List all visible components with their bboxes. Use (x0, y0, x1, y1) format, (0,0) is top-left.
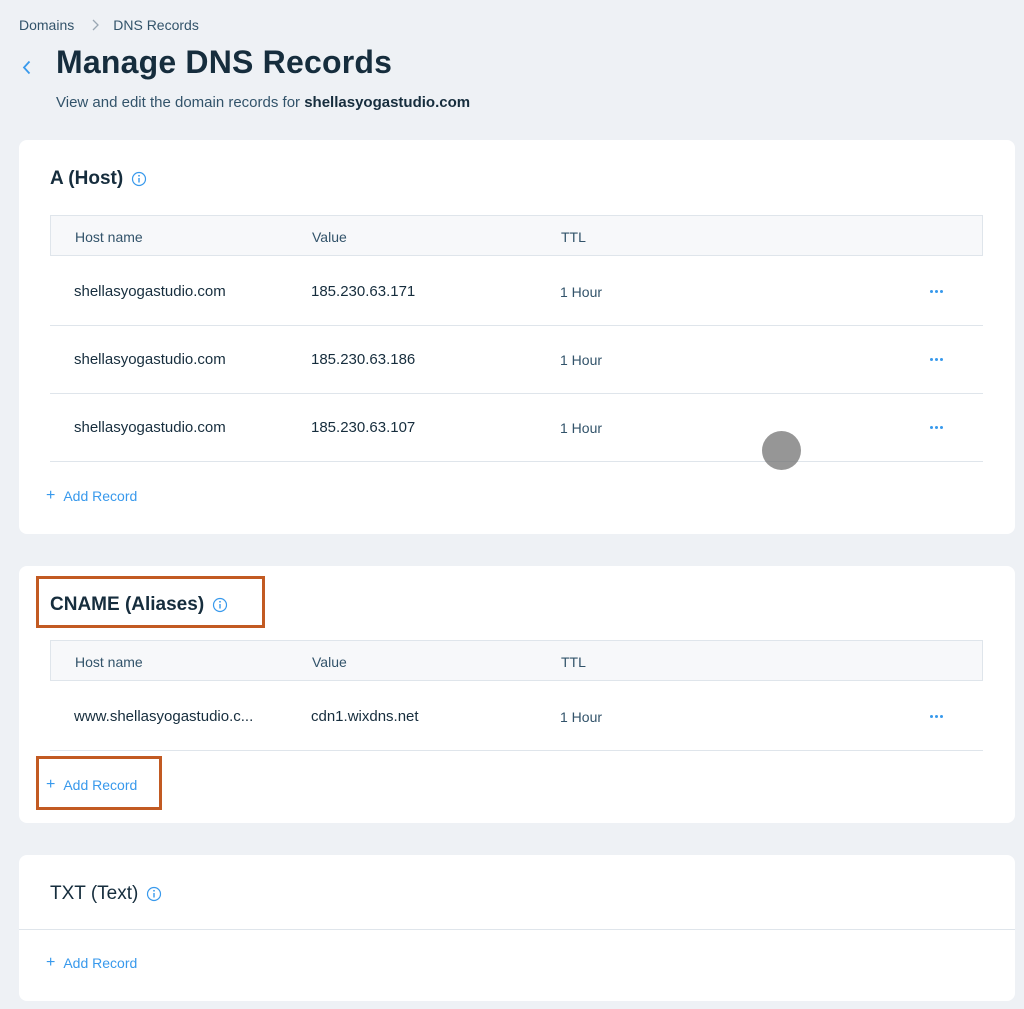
add-record-label: Add Record (63, 488, 138, 504)
row-ttl: 1 Hour (560, 420, 603, 436)
table-row: shellasyogastudio.com 185.230.63.171 1 H… (50, 257, 983, 326)
add-record-label: Add Record (63, 955, 138, 971)
a-records-title-wrap: A (Host) (50, 168, 147, 190)
divider (19, 929, 1015, 930)
row-host: shellasyogastudio.com (74, 283, 226, 300)
info-icon[interactable] (146, 886, 162, 902)
back-chevron-icon[interactable] (16, 57, 36, 77)
txt-add-record-button[interactable]: + Add Record (46, 954, 138, 972)
row-host: shellasyogastudio.com (74, 351, 226, 368)
breadcrumb-dns-records: DNS Records (113, 17, 199, 33)
row-ttl: 1 Hour (560, 284, 603, 300)
row-value: 185.230.63.107 (311, 419, 416, 436)
add-record-highlight (36, 756, 162, 810)
a-records-card: A (Host) Host name Value TTL shellasyoga… (19, 140, 1015, 534)
row-ttl: 1 Hour (560, 352, 603, 368)
column-host-name: Host name (75, 654, 143, 670)
table-row: shellasyogastudio.com 185.230.63.107 1 H… (50, 393, 983, 462)
row-value: cdn1.wixdns.net (311, 708, 419, 725)
column-value: Value (312, 229, 347, 245)
column-value: Value (312, 654, 347, 670)
a-add-record-button[interactable]: + Add Record (46, 487, 138, 505)
column-ttl: TTL (561, 654, 586, 670)
row-value: 185.230.63.171 (311, 283, 416, 300)
row-host: shellasyogastudio.com (74, 419, 226, 436)
column-ttl: TTL (561, 229, 586, 245)
chevron-right-icon (92, 19, 100, 31)
breadcrumb-domains[interactable]: Domains (19, 17, 74, 33)
more-actions-icon[interactable] (926, 349, 946, 369)
domain-name: shellasyogastudio.com (304, 94, 471, 111)
page-title: Manage DNS Records (56, 44, 393, 80)
a-records-table-header: Host name Value TTL (50, 215, 983, 256)
row-host: www.shellasyogastudio.c... (74, 708, 254, 725)
plus-icon: + (46, 954, 56, 971)
info-icon[interactable] (131, 171, 147, 187)
txt-records-card: TXT (Text) + Add Record (19, 855, 1015, 1001)
row-ttl: 1 Hour (560, 709, 603, 725)
table-row: shellasyogastudio.com 185.230.63.186 1 H… (50, 325, 983, 394)
page-subtitle: View and edit the domain records for she… (56, 94, 470, 111)
txt-records-title: TXT (Text) (50, 883, 139, 904)
cursor-indicator (762, 431, 801, 470)
a-records-title: A (Host) (50, 168, 124, 189)
txt-title-wrap: TXT (Text) (50, 883, 162, 905)
more-actions-icon[interactable] (926, 281, 946, 301)
column-host-name: Host name (75, 229, 143, 245)
table-row: www.shellasyogastudio.c... cdn1.wixdns.n… (50, 682, 983, 751)
plus-icon: + (46, 487, 56, 504)
more-actions-icon[interactable] (926, 706, 946, 726)
breadcrumb: Domains DNS Records (19, 17, 199, 33)
subtitle-text: View and edit the domain records for (56, 94, 305, 111)
cname-table-header: Host name Value TTL (50, 640, 983, 681)
row-value: 185.230.63.186 (311, 351, 416, 368)
cname-title-highlight (36, 576, 265, 628)
more-actions-icon[interactable] (926, 417, 946, 437)
